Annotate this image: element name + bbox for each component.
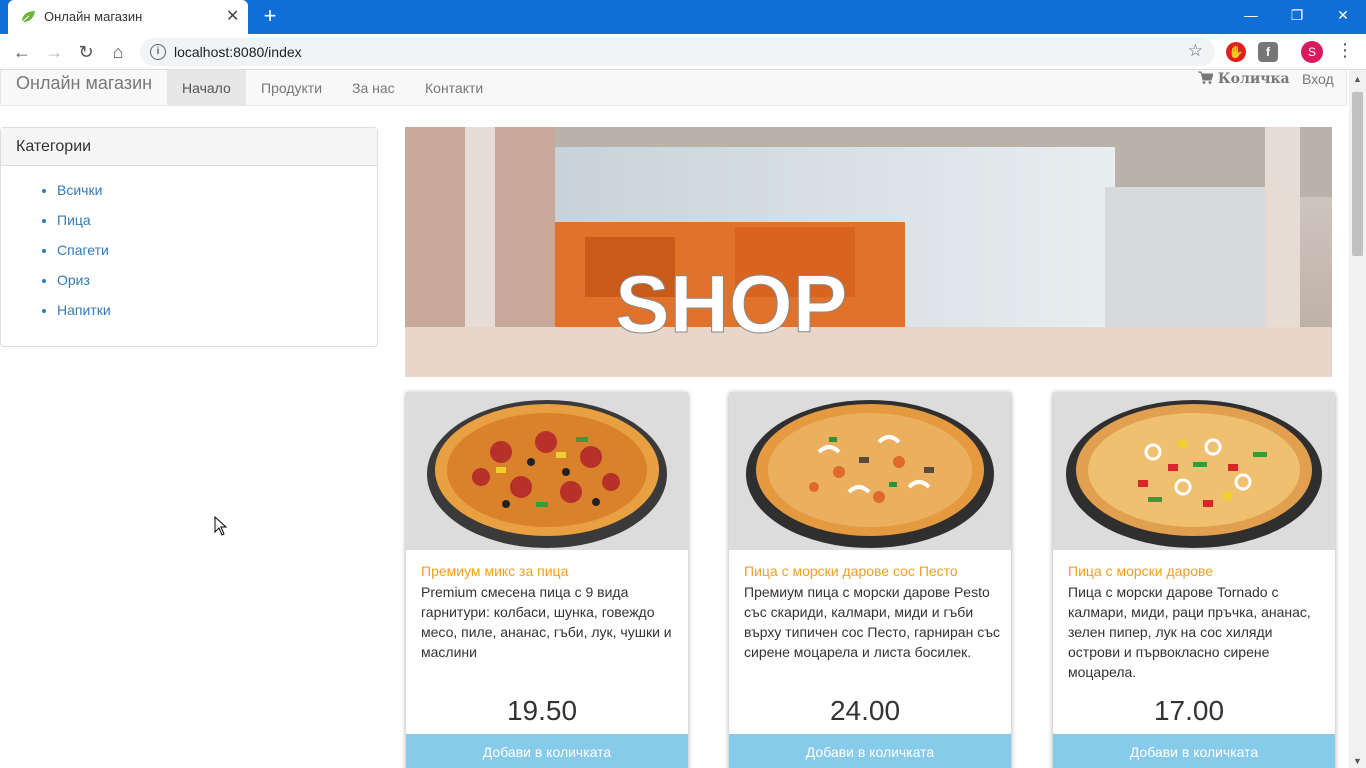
browser-toolbar: ← → ↻ ⌂ i localhost:8080/index ☆ ✋ f S ⋮ (0, 34, 1366, 70)
nav-item-products[interactable]: Продукти (246, 70, 337, 105)
browser-menu-icon[interactable]: ⋮ (1336, 40, 1354, 61)
product-image (1053, 392, 1335, 550)
product-title[interactable]: Премиум микс за пица (421, 563, 568, 579)
cart-label: Количка (1217, 71, 1290, 87)
mouse-cursor-icon (214, 516, 228, 536)
leaf-icon (20, 11, 35, 24)
category-link-pizza[interactable]: Пица (57, 210, 377, 240)
product-description: Премиум пица с морски дарове Pesto със с… (744, 584, 1000, 660)
product-description: Premium смесена пица с 9 вида гарнитури:… (421, 584, 672, 660)
nav-item-about[interactable]: За нас (337, 70, 410, 105)
banner-text: SHOP (615, 259, 847, 350)
add-to-cart-button[interactable]: Добави в количката (729, 734, 1011, 768)
info-icon[interactable]: i (150, 44, 166, 60)
adblock-extension-icon[interactable]: ✋ (1226, 42, 1246, 62)
forward-icon[interactable]: → (42, 40, 66, 64)
cart-link[interactable]: Количка (1198, 71, 1290, 87)
scroll-down-icon[interactable]: ▼ (1353, 756, 1362, 766)
new-tab-icon[interactable]: + (258, 4, 282, 28)
product-price: 24.00 (829, 695, 901, 726)
categories-list: Всички Пица Спагети Ориз Напитки (1, 166, 377, 330)
product-title[interactable]: Пица с морски дарове (1068, 563, 1213, 579)
add-to-cart-button[interactable]: Добави в количката (406, 734, 688, 768)
scrollbar-thumb[interactable] (1352, 92, 1363, 256)
profile-avatar[interactable]: S (1301, 41, 1323, 63)
close-window-icon[interactable]: ✕ (1320, 4, 1366, 28)
address-bar[interactable]: i localhost:8080/index ☆ (140, 38, 1215, 66)
minimize-icon[interactable]: — (1228, 4, 1274, 28)
scroll-up-icon[interactable]: ▲ (1353, 74, 1362, 84)
site-navbar: Онлайн магазин Начало Продукти За нас Ко… (0, 70, 1347, 106)
product-card: Пица с морски дарове Пица с морски даров… (1053, 392, 1335, 768)
reload-icon[interactable]: ↻ (74, 40, 98, 64)
product-price: 17.00 (1153, 695, 1225, 726)
browser-titlebar: Онлайн магазин ✕ + — ❐ ✕ (0, 0, 1366, 34)
product-image (406, 392, 688, 550)
home-icon[interactable]: ⌂ (106, 40, 130, 64)
back-icon[interactable]: ← (10, 40, 34, 64)
site-brand[interactable]: Онлайн магазин (16, 73, 152, 94)
star-icon[interactable]: ☆ (1188, 41, 1203, 61)
browser-tab[interactable]: Онлайн магазин ✕ (8, 0, 248, 34)
category-link-drinks[interactable]: Напитки (57, 300, 377, 330)
category-link-spaghetti[interactable]: Спагети (57, 240, 377, 270)
page-viewport: Онлайн магазин Начало Продукти За нас Ко… (0, 70, 1349, 768)
product-price: 19.50 (506, 695, 578, 726)
tab-title: Онлайн магазин (44, 9, 143, 24)
product-card: Премиум микс за пица Premium смесена пиц… (406, 392, 688, 768)
shop-banner-image: SHOP (405, 127, 1332, 377)
restore-icon[interactable]: ❐ (1274, 4, 1320, 28)
product-title[interactable]: Пица с морски дарове сос Песто (744, 563, 958, 579)
category-link-rice[interactable]: Ориз (57, 270, 377, 300)
shopping-cart-icon (1198, 71, 1214, 84)
product-description: Пица с морски дарове Tornado с калмари, … (1068, 584, 1311, 680)
page-scrollbar[interactable]: ▲ ▼ (1349, 70, 1366, 768)
login-link[interactable]: Вход (1302, 71, 1334, 87)
facebook-extension-icon[interactable]: f (1258, 42, 1278, 62)
add-to-cart-button[interactable]: Добави в количката (1053, 734, 1335, 768)
categories-heading: Категории (1, 128, 377, 166)
categories-panel: Категории Всички Пица Спагети Ориз Напит… (0, 127, 378, 347)
product-image (729, 392, 1011, 550)
nav-item-contacts[interactable]: Контакти (410, 70, 498, 105)
category-link-all[interactable]: Всички (57, 180, 377, 210)
url-text[interactable]: localhost:8080/index (174, 44, 302, 60)
nav-item-home[interactable]: Начало (167, 70, 246, 105)
product-card: Пица с морски дарове сос Песто Премиум п… (729, 392, 1011, 768)
close-tab-icon[interactable]: ✕ (226, 6, 239, 26)
